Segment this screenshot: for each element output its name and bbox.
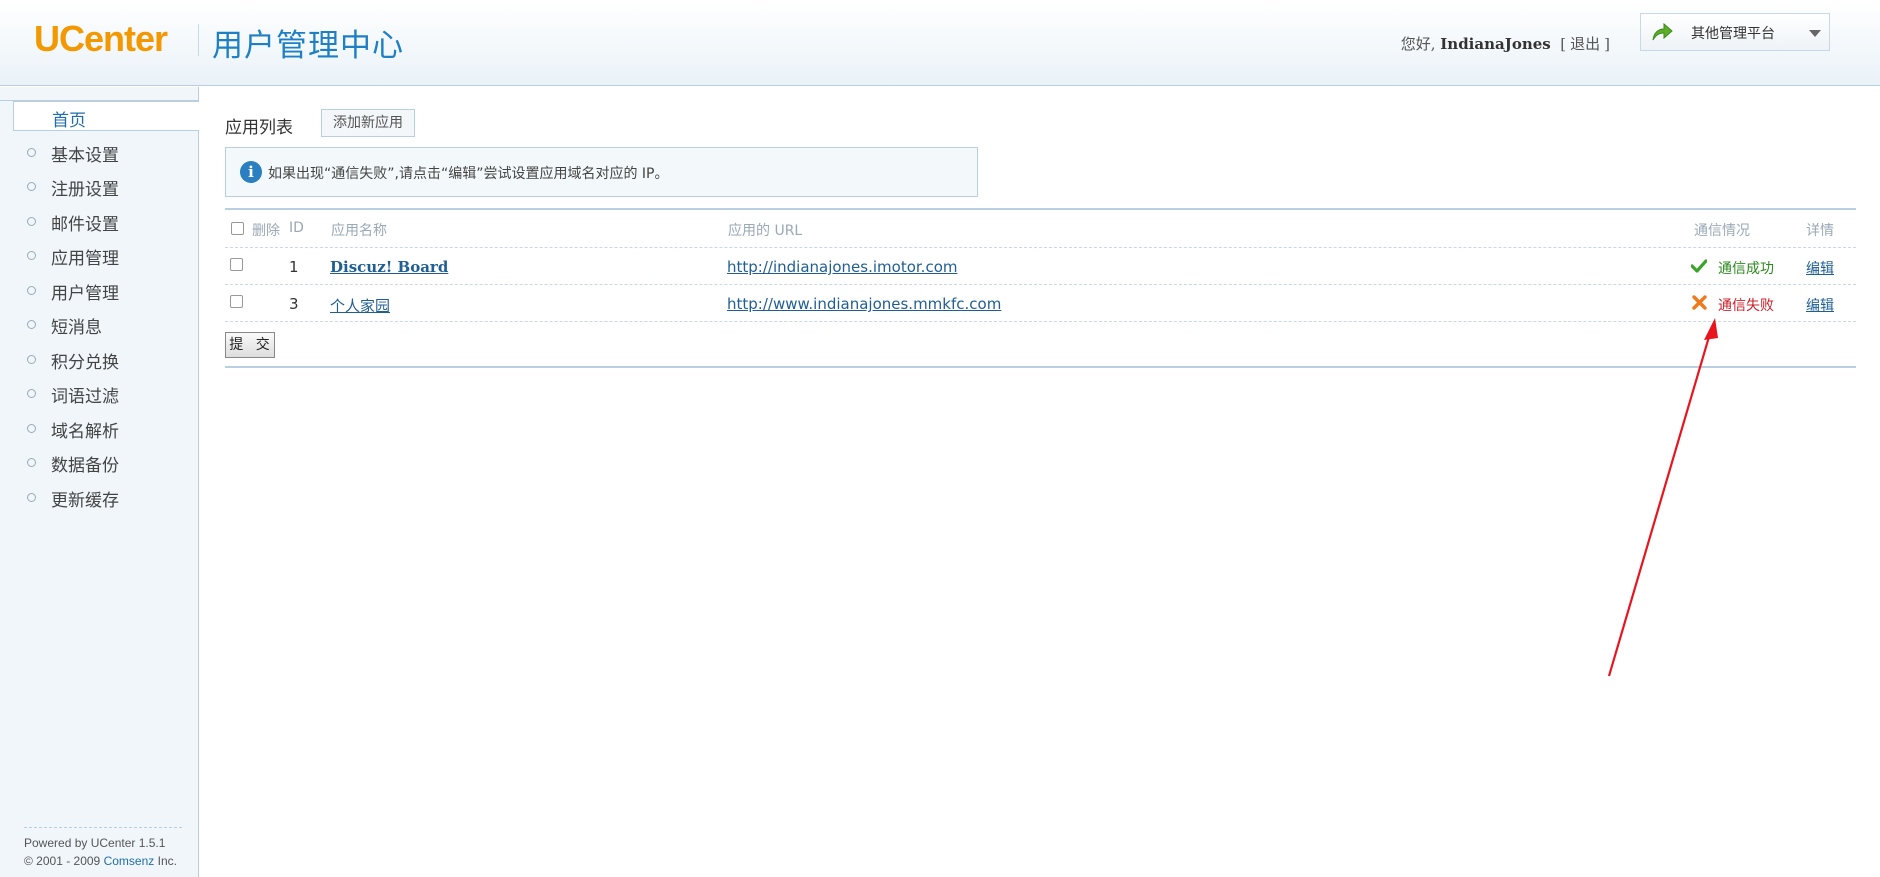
bullet-icon — [27, 458, 36, 467]
app-id: 3 — [289, 295, 299, 313]
sidebar-item-credit-exchange[interactable]: 积分兑换 — [0, 344, 198, 374]
app-id: 1 — [289, 258, 299, 276]
sidebar-item-user-management[interactable]: 用户管理 — [0, 275, 198, 305]
column-header-name: 应用名称 — [331, 223, 387, 239]
chevron-down-icon — [1809, 30, 1821, 37]
bullet-icon — [27, 320, 36, 329]
edit-link[interactable]: 编辑 — [1806, 258, 1834, 278]
table-row: 1 Discuz! Board http://indianajones.imot… — [225, 248, 1856, 285]
bullet-icon — [27, 424, 36, 433]
info-notice: i 如果出现“通信失败”,请点击“编辑”尝试设置应用域名对应的 IP。 — [225, 147, 978, 197]
status-failure-text: 通信失败 — [1718, 298, 1774, 314]
logout-bracket-open: [ — [1560, 35, 1567, 53]
sidebar-item-messages[interactable]: 短消息 — [0, 309, 198, 339]
sidebar-item-home[interactable]: 首页 — [13, 101, 199, 131]
column-header-detail: 详情 — [1806, 223, 1834, 239]
sidebar-footer: Powered by UCenter 1.5.1 © 2001 - 2009 C… — [24, 827, 182, 870]
sidebar-item-label: 基本设置 — [51, 146, 119, 166]
bullet-icon — [27, 389, 36, 398]
other-platforms-dropdown[interactable]: 其他管理平台 — [1640, 13, 1830, 51]
sidebar-item-app-management[interactable]: 应用管理 — [0, 240, 198, 270]
sidebar-item-label: 短消息 — [51, 318, 102, 338]
sidebar-item-label: 首页 — [52, 111, 86, 131]
add-new-app-button[interactable]: 添加新应用 — [321, 109, 415, 137]
column-header-url: 应用的 URL — [728, 223, 803, 239]
bullet-icon — [27, 286, 36, 295]
top-header: UCenter 用户管理中心 您好, IndianaJones [退出] 其他管… — [0, 0, 1880, 86]
submit-row: 提 交 — [225, 322, 1856, 368]
bullet-icon — [27, 355, 36, 364]
column-header-delete: 删除 — [252, 223, 280, 239]
sidebar-item-label: 数据备份 — [51, 456, 119, 476]
sidebar-item-label: 词语过滤 — [51, 387, 119, 407]
site-title: 用户管理中心 — [212, 28, 404, 64]
sidebar-item-update-cache[interactable]: 更新缓存 — [0, 482, 198, 512]
sidebar-item-label: 用户管理 — [51, 284, 119, 304]
logout-bracket-close: ] — [1604, 35, 1610, 53]
table-row: 3 个人家园 http://www.indianajones.mmkfc.com… — [225, 285, 1856, 322]
sidebar-item-label: 注册设置 — [51, 180, 119, 200]
select-all-checkbox[interactable] — [231, 222, 244, 235]
sidebar-item-registration-settings[interactable]: 注册设置 — [0, 171, 198, 201]
page-title: 应用列表 — [225, 118, 293, 138]
sidebar-item-label: 应用管理 — [51, 249, 119, 269]
column-header-id: ID — [289, 220, 304, 236]
sidebar-top-line — [0, 87, 198, 101]
bullet-icon — [27, 493, 36, 502]
status-success-text: 通信成功 — [1718, 261, 1774, 277]
share-arrow-icon — [1652, 22, 1673, 41]
sidebar: 首页 基本设置 注册设置 邮件设置 应用管理 用户管理 短消息 积分兑换 词语过… — [0, 87, 199, 877]
table-header-row: 删除 ID 应用名称 应用的 URL 通信情况 详情 — [225, 210, 1856, 248]
bullet-icon — [27, 148, 36, 157]
copyright-text: © 2001 - 2009 Comsenz Inc. — [24, 852, 182, 870]
sidebar-item-basic-settings[interactable]: 基本设置 — [0, 137, 198, 167]
bullet-icon — [27, 182, 36, 191]
error-cross-icon — [1692, 295, 1707, 310]
app-name-link[interactable]: Discuz! Board — [330, 258, 448, 276]
submit-button[interactable]: 提 交 — [225, 332, 275, 358]
logout-link[interactable]: 退出 — [1570, 35, 1600, 53]
platform-label: 其他管理平台 — [1691, 26, 1775, 42]
logo-text: UCenter — [34, 18, 168, 59]
powered-by-text: Powered by UCenter 1.5.1 — [24, 836, 166, 850]
username: IndianaJones — [1440, 35, 1551, 53]
sidebar-item-data-backup[interactable]: 数据备份 — [0, 447, 198, 477]
app-url-link[interactable]: http://www.indianajones.mmkfc.com — [727, 295, 1001, 313]
column-header-status: 通信情况 — [1694, 223, 1750, 239]
row-checkbox[interactable] — [230, 258, 243, 271]
row-checkbox[interactable] — [230, 295, 243, 308]
bullet-icon — [27, 217, 36, 226]
copyright-suffix: Inc. — [157, 854, 177, 868]
app-url-link[interactable]: http://indianajones.imotor.com — [727, 258, 957, 276]
comsenz-link[interactable]: Comsenz — [104, 854, 155, 868]
sidebar-item-label: 邮件设置 — [51, 215, 119, 235]
logo-divider — [198, 24, 199, 56]
sidebar-item-mail-settings[interactable]: 邮件设置 — [0, 206, 198, 236]
sidebar-item-domain-resolution[interactable]: 域名解析 — [0, 413, 198, 443]
app-table: 删除 ID 应用名称 应用的 URL 通信情况 详情 1 Discuz! Boa… — [225, 208, 1856, 368]
ucenter-logo[interactable]: UCenter — [34, 18, 168, 60]
checkmark-icon — [1691, 259, 1707, 273]
sidebar-item-word-filter[interactable]: 词语过滤 — [0, 378, 198, 408]
app-name-link[interactable]: 个人家园 — [330, 295, 390, 316]
sidebar-item-label: 域名解析 — [51, 422, 119, 442]
sidebar-item-label: 更新缓存 — [51, 491, 119, 511]
bullet-icon — [27, 251, 36, 260]
sidebar-item-label: 积分兑换 — [51, 353, 119, 373]
info-icon: i — [240, 161, 262, 183]
user-greeting: 您好, IndianaJones [退出] — [1401, 33, 1610, 54]
copyright-years: © 2001 - 2009 — [24, 854, 101, 868]
greeting-prefix: 您好, — [1400, 35, 1436, 53]
notice-text: 如果出现“通信失败”,请点击“编辑”尝试设置应用域名对应的 IP。 — [268, 166, 669, 182]
edit-link[interactable]: 编辑 — [1806, 295, 1834, 315]
